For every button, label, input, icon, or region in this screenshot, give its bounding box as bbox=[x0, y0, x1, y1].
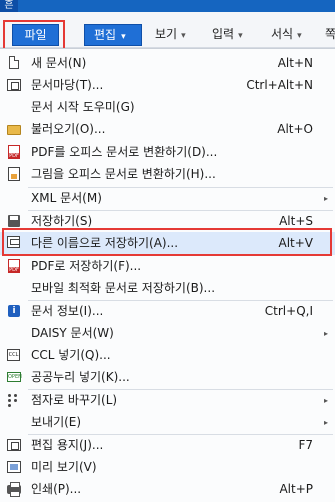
new-document-icon bbox=[7, 56, 21, 71]
chevron-down-icon: ▾ bbox=[238, 31, 243, 41]
edit-menu-button[interactable]: 편집 ▾ bbox=[84, 24, 142, 46]
view-menu-button[interactable]: 보기 ▾ bbox=[155, 22, 186, 46]
menu-item-send[interactable]: 보내기(E) ▸ bbox=[0, 412, 335, 433]
view-menu-label: 보기 bbox=[155, 27, 178, 41]
save-icon bbox=[7, 214, 21, 229]
ccl-icon: CCL bbox=[7, 348, 21, 363]
menu-item-label: 문서마당(T)... bbox=[31, 78, 104, 92]
chevron-down-icon: ▾ bbox=[181, 31, 186, 41]
title-bar bbox=[0, 0, 335, 12]
menu-item-label: 공공누리 넣기(K)... bbox=[31, 370, 130, 384]
app-logo: 흔 bbox=[0, 0, 18, 12]
info-icon: i bbox=[7, 304, 21, 319]
menu-item-new-document[interactable]: 새 문서(N) Alt+N bbox=[0, 53, 335, 74]
chevron-down-icon: ▾ bbox=[121, 32, 126, 42]
kogl-icon: OPEN bbox=[7, 372, 22, 382]
menu-item-label: 편집 용지(J)... bbox=[31, 438, 104, 452]
printer-icon bbox=[7, 482, 21, 497]
more-menu-button[interactable]: 쪽 bbox=[325, 22, 335, 46]
menu-item-label: 그림을 오피스 문서로 변환하기(H)... bbox=[31, 167, 216, 181]
menu-item-label: 점자로 바꾸기(L) bbox=[31, 393, 118, 407]
menu-item-label: 불러오기(O)... bbox=[31, 122, 106, 136]
menu-item-label: XML 문서(M) bbox=[31, 191, 102, 205]
page-setup-icon bbox=[7, 438, 21, 453]
menu-item-label: 문서 시작 도우미(G) bbox=[31, 100, 135, 114]
format-menu-button[interactable]: 서식 ▾ bbox=[271, 22, 302, 46]
menu-item-print[interactable]: 인쇄(P)... Alt+P bbox=[0, 479, 335, 500]
folder-icon bbox=[7, 122, 21, 137]
menu-bar: 파일 편집 ▾ 보기 ▾ 입력 ▾ 서식 ▾ 쪽 bbox=[0, 12, 335, 50]
file-dropdown-menu: 새 문서(N) Alt+N 문서마당(T)... Ctrl+Alt+N 문서 시… bbox=[0, 48, 335, 502]
menu-item-page-setup[interactable]: 편집 용지(J)... F7 bbox=[0, 435, 335, 456]
menu-item-insert-ccl[interactable]: CCL CCL 넣기(Q)... bbox=[0, 345, 335, 366]
menu-item-label: PDF로 저장하기(F)... bbox=[31, 259, 142, 273]
image-convert-icon bbox=[7, 167, 21, 182]
edit-menu-label: 편집 bbox=[94, 28, 117, 42]
menu-item-start-wizard[interactable]: 문서 시작 도우미(G) bbox=[0, 97, 335, 118]
menu-item-label: 모바일 최적화 문서로 저장하기(B)... bbox=[31, 281, 216, 295]
pdf-icon: PDF bbox=[7, 145, 21, 160]
menu-item-daisy-document[interactable]: DAISY 문서(W) ▸ bbox=[0, 323, 335, 344]
menu-item-shortcut: Ctrl+Alt+N bbox=[246, 78, 313, 92]
input-menu-label: 입력 bbox=[212, 27, 235, 41]
menu-item-label: DAISY 문서(W) bbox=[31, 326, 114, 340]
submenu-arrow-icon: ▸ bbox=[323, 418, 328, 427]
save-as-callout bbox=[2, 228, 332, 256]
menu-item-label: 인쇄(P)... bbox=[31, 482, 82, 496]
menu-item-document-info[interactable]: i 문서 정보(I)... Ctrl+Q,I bbox=[0, 301, 335, 322]
menu-item-label: 새 문서(N) bbox=[31, 56, 87, 70]
input-menu-button[interactable]: 입력 ▾ bbox=[212, 22, 243, 46]
menu-item-label: PDF를 오피스 문서로 변환하기(D)... bbox=[31, 145, 218, 159]
menu-item-label: CCL 넣기(Q)... bbox=[31, 348, 111, 362]
braille-icon bbox=[7, 393, 21, 408]
menu-item-label: 보내기(E) bbox=[31, 415, 82, 429]
submenu-arrow-icon: ▸ bbox=[323, 329, 328, 338]
menu-item-label: 미리 보기(V) bbox=[31, 460, 97, 474]
menu-item-templates[interactable]: 문서마당(T)... Ctrl+Alt+N bbox=[0, 75, 335, 96]
menu-item-insert-kogl[interactable]: OPEN 공공누리 넣기(K)... bbox=[0, 367, 335, 388]
menu-item-save-mobile[interactable]: 모바일 최적화 문서로 저장하기(B)... bbox=[0, 278, 335, 299]
submenu-arrow-icon: ▸ bbox=[323, 396, 328, 405]
menu-item-label: 문서 정보(I)... bbox=[31, 304, 104, 318]
menu-item-shortcut: Alt+P bbox=[279, 482, 313, 496]
pdf-save-icon: PDF bbox=[7, 259, 21, 274]
format-menu-label: 서식 bbox=[271, 27, 294, 41]
menu-item-pdf-to-office[interactable]: PDF PDF를 오피스 문서로 변환하기(D)... bbox=[0, 142, 335, 163]
menu-item-shortcut: Alt+N bbox=[277, 56, 313, 70]
menu-item-open[interactable]: 불러오기(O)... Alt+O bbox=[0, 119, 335, 140]
file-menu-button[interactable]: 파일 bbox=[12, 24, 59, 46]
menu-item-xml-document[interactable]: XML 문서(M) ▸ bbox=[0, 188, 335, 209]
menu-item-save-pdf[interactable]: PDF PDF로 저장하기(F)... bbox=[0, 256, 335, 277]
menu-item-shortcut: Ctrl+Q,I bbox=[264, 304, 313, 318]
menu-item-shortcut: F7 bbox=[298, 438, 313, 452]
menu-item-image-to-office[interactable]: 그림을 오피스 문서로 변환하기(H)... bbox=[0, 164, 335, 185]
submenu-arrow-icon: ▸ bbox=[323, 194, 328, 203]
menu-item-shortcut: Alt+O bbox=[277, 122, 313, 136]
preview-icon bbox=[7, 460, 21, 475]
chevron-down-icon: ▾ bbox=[297, 31, 302, 41]
menu-item-braille[interactable]: 점자로 바꾸기(L) ▸ bbox=[0, 390, 335, 411]
template-icon bbox=[7, 78, 21, 93]
menu-item-preview[interactable]: 미리 보기(V) bbox=[0, 457, 335, 478]
